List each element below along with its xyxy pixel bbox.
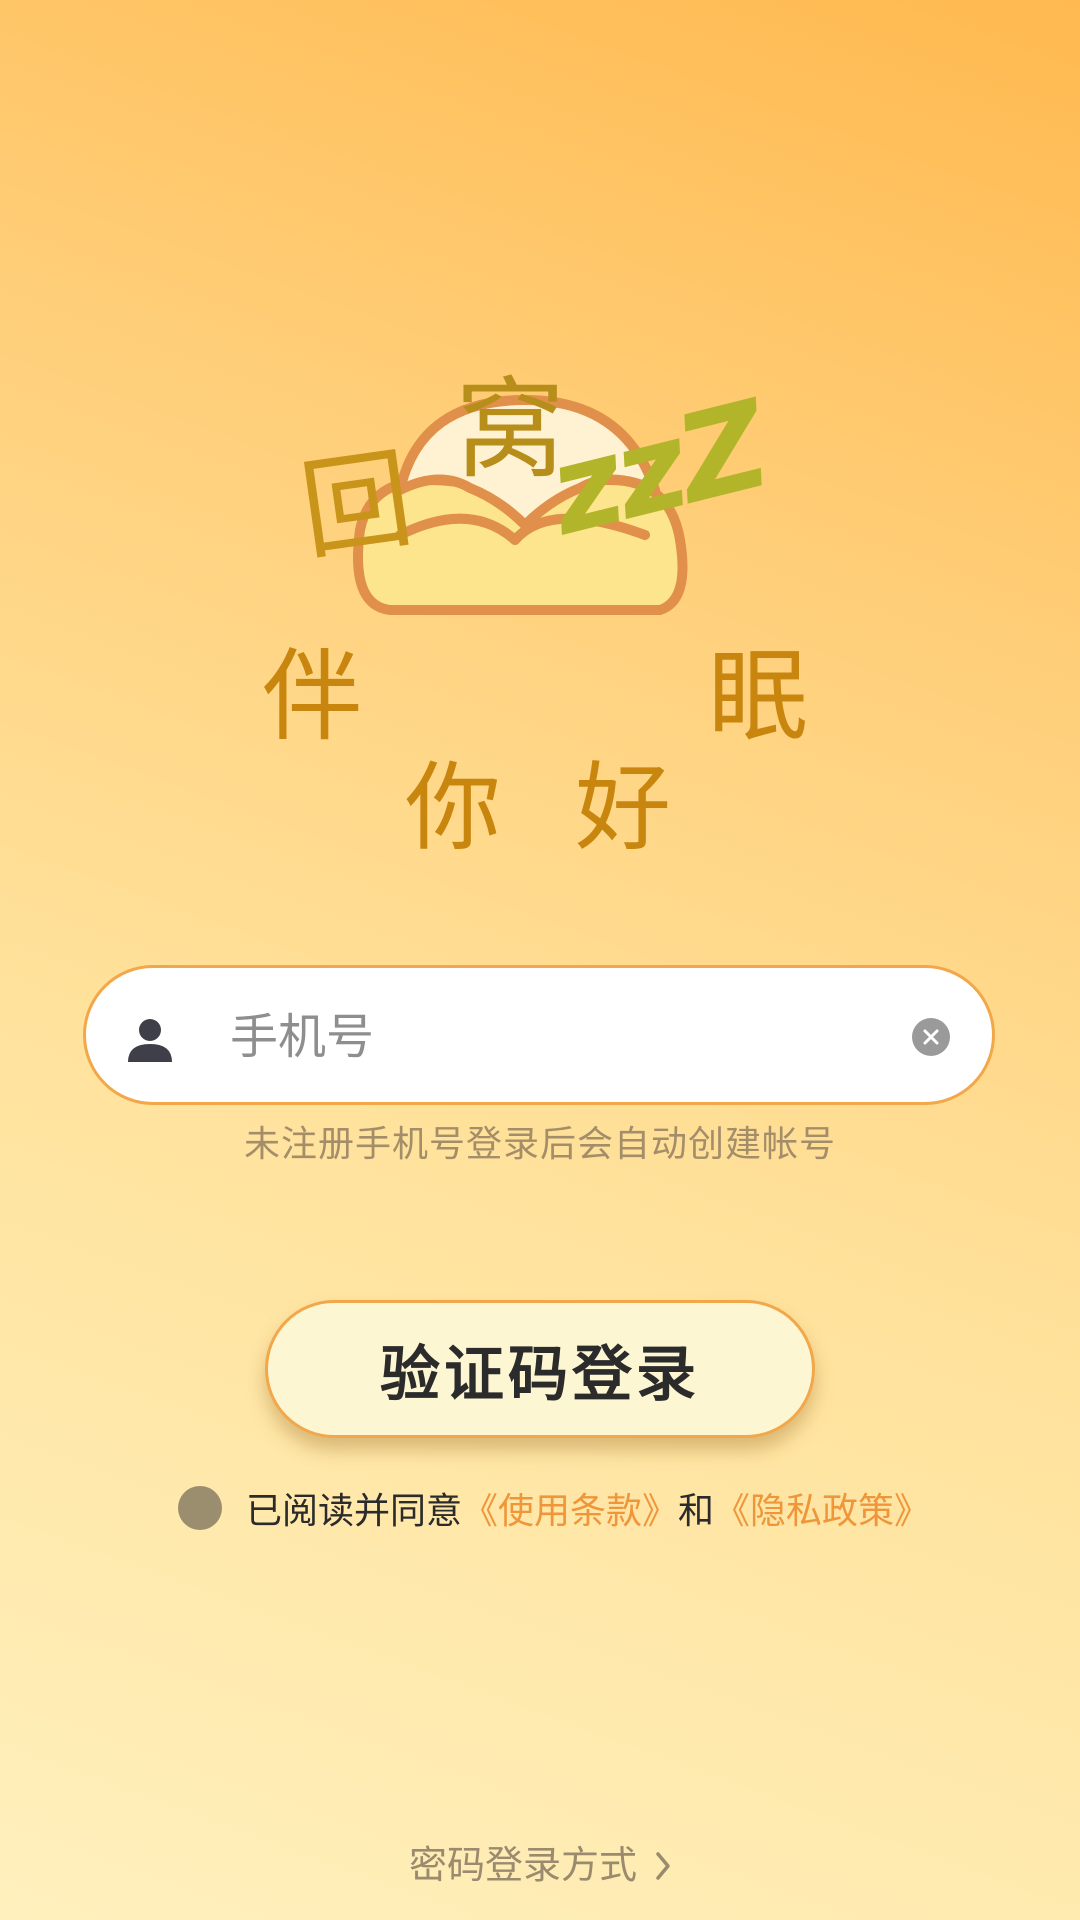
privacy-link[interactable]: 《隐私政策》 [714, 1482, 930, 1534]
password-login-link[interactable]: 密码登录方式 [0, 1834, 1080, 1890]
logo-char-ni: 你 [405, 752, 501, 864]
phone-hint: 未注册手机号登录后会自动创建帐号 [243, 1124, 836, 1165]
chevron-right-icon [655, 1846, 671, 1890]
terms-link[interactable]: 《使用条款》 [462, 1482, 678, 1534]
logo-char-hui: 回 [293, 433, 420, 576]
logo-char-ban: 伴 [262, 638, 362, 755]
phone-input[interactable] [228, 998, 832, 1076]
agree-checkbox[interactable] [178, 1486, 222, 1530]
password-login-label: 密码登录方式 [408, 1843, 637, 1887]
agreement-row: 已阅读并同意 《使用条款》 和 《隐私政策》 [178, 1482, 930, 1534]
sms-login-button[interactable]: 验证码登录 [265, 1300, 815, 1438]
agreement-prefix: 已阅读并同意 [246, 1491, 463, 1532]
phone-field[interactable] [83, 965, 995, 1105]
logo-char-hao: 好 [575, 752, 671, 864]
agreement-and: 和 [678, 1491, 715, 1532]
logo-char-mian: 眠 [708, 638, 808, 755]
clear-icon[interactable] [912, 1018, 950, 1056]
user-icon [126, 1016, 174, 1064]
